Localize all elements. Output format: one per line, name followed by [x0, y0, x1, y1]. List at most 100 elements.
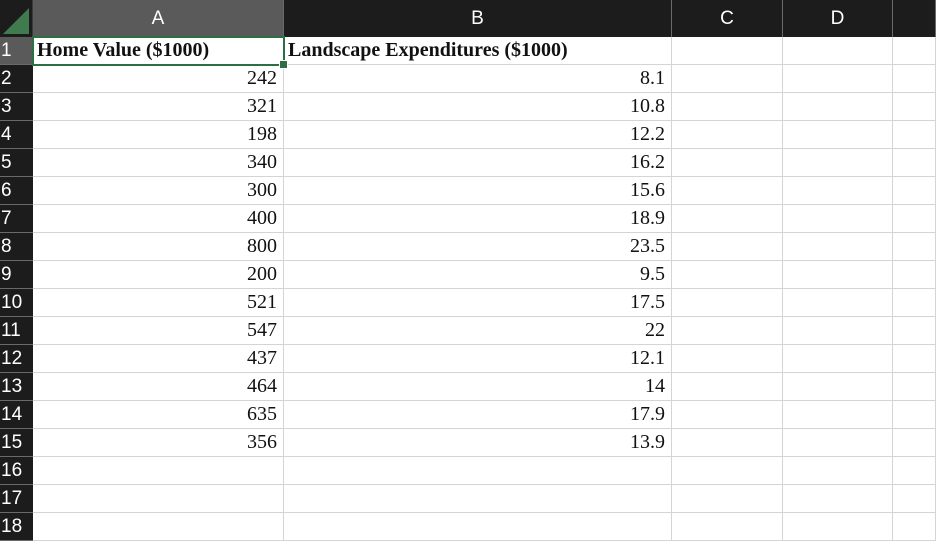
cell-d12[interactable] [783, 345, 893, 373]
cell-a6[interactable]: 300 [33, 177, 284, 205]
cell-b4[interactable]: 12.2 [284, 121, 672, 149]
row-header-2[interactable]: 2 [0, 65, 33, 93]
cell-e15[interactable] [893, 429, 936, 457]
cell-e10[interactable] [893, 289, 936, 317]
row-header-16[interactable]: 16 [0, 457, 33, 485]
column-header-b[interactable]: B [284, 0, 672, 37]
cell-e16[interactable] [893, 457, 936, 485]
cell-b3[interactable]: 10.8 [284, 93, 672, 121]
cell-d10[interactable] [783, 289, 893, 317]
cell-c6[interactable] [672, 177, 783, 205]
cell-e6[interactable] [893, 177, 936, 205]
header-cell-a1[interactable]: Home Value ($1000) [33, 37, 284, 65]
row-header-18[interactable]: 18 [0, 513, 33, 541]
cell-e12[interactable] [893, 345, 936, 373]
cell-d14[interactable] [783, 401, 893, 429]
cell-d15[interactable] [783, 429, 893, 457]
cell-e13[interactable] [893, 373, 936, 401]
cell-b18[interactable] [284, 513, 672, 541]
cell-c13[interactable] [672, 373, 783, 401]
cell-c11[interactable] [672, 317, 783, 345]
cell-b7[interactable]: 18.9 [284, 205, 672, 233]
cell-a13[interactable]: 464 [33, 373, 284, 401]
cell-b17[interactable] [284, 485, 672, 513]
row-header-9[interactable]: 9 [0, 261, 33, 289]
cell-d17[interactable] [783, 485, 893, 513]
cell-d11[interactable] [783, 317, 893, 345]
cell-c5[interactable] [672, 149, 783, 177]
column-header-next[interactable] [893, 0, 936, 37]
cell-a14[interactable]: 635 [33, 401, 284, 429]
cell-e18[interactable] [893, 513, 936, 541]
cell-a5[interactable]: 340 [33, 149, 284, 177]
cell-b15[interactable]: 13.9 [284, 429, 672, 457]
cell-c16[interactable] [672, 457, 783, 485]
cell-c18[interactable] [672, 513, 783, 541]
cell-a3[interactable]: 321 [33, 93, 284, 121]
cell-e9[interactable] [893, 261, 936, 289]
cell-b14[interactable]: 17.9 [284, 401, 672, 429]
cell-a7[interactable]: 400 [33, 205, 284, 233]
row-header-5[interactable]: 5 [0, 149, 33, 177]
row-header-8[interactable]: 8 [0, 233, 33, 261]
cell-d8[interactable] [783, 233, 893, 261]
cell-a9[interactable]: 200 [33, 261, 284, 289]
select-all-corner[interactable] [0, 0, 33, 37]
cell-c4[interactable] [672, 121, 783, 149]
row-header-12[interactable]: 12 [0, 345, 33, 373]
cell-e4[interactable] [893, 121, 936, 149]
cell-d2[interactable] [783, 65, 893, 93]
cell-b11[interactable]: 22 [284, 317, 672, 345]
cell-d6[interactable] [783, 177, 893, 205]
cell-b9[interactable]: 9.5 [284, 261, 672, 289]
cell-d16[interactable] [783, 457, 893, 485]
cell-d5[interactable] [783, 149, 893, 177]
cell-a12[interactable]: 437 [33, 345, 284, 373]
row-header-10[interactable]: 10 [0, 289, 33, 317]
row-header-15[interactable]: 15 [0, 429, 33, 457]
cell-c17[interactable] [672, 485, 783, 513]
cell-b13[interactable]: 14 [284, 373, 672, 401]
cell-d4[interactable] [783, 121, 893, 149]
cell-a17[interactable] [33, 485, 284, 513]
row-header-14[interactable]: 14 [0, 401, 33, 429]
row-header-3[interactable]: 3 [0, 93, 33, 121]
row-header-1[interactable]: 1 [0, 37, 33, 65]
cell-c2[interactable] [672, 65, 783, 93]
cell-c9[interactable] [672, 261, 783, 289]
cell-e2[interactable] [893, 65, 936, 93]
cell-c3[interactable] [672, 93, 783, 121]
cell-e14[interactable] [893, 401, 936, 429]
cell-d1[interactable] [783, 37, 893, 65]
column-header-a[interactable]: A [33, 0, 284, 37]
cell-a10[interactable]: 521 [33, 289, 284, 317]
row-header-7[interactable]: 7 [0, 205, 33, 233]
cell-b10[interactable]: 17.5 [284, 289, 672, 317]
cell-d18[interactable] [783, 513, 893, 541]
row-header-17[interactable]: 17 [0, 485, 33, 513]
cell-c10[interactable] [672, 289, 783, 317]
cell-b5[interactable]: 16.2 [284, 149, 672, 177]
cell-d3[interactable] [783, 93, 893, 121]
header-cell-b1[interactable]: Landscape Expenditures ($1000) [284, 37, 672, 65]
cell-e8[interactable] [893, 233, 936, 261]
cell-d7[interactable] [783, 205, 893, 233]
row-header-13[interactable]: 13 [0, 373, 33, 401]
cell-b6[interactable]: 15.6 [284, 177, 672, 205]
cell-e1[interactable] [893, 37, 936, 65]
cell-a16[interactable] [33, 457, 284, 485]
row-header-6[interactable]: 6 [0, 177, 33, 205]
cell-a11[interactable]: 547 [33, 317, 284, 345]
cell-c1[interactable] [672, 37, 783, 65]
cell-e7[interactable] [893, 205, 936, 233]
cell-c8[interactable] [672, 233, 783, 261]
cell-e17[interactable] [893, 485, 936, 513]
cell-c15[interactable] [672, 429, 783, 457]
cell-b8[interactable]: 23.5 [284, 233, 672, 261]
cell-c12[interactable] [672, 345, 783, 373]
cell-e3[interactable] [893, 93, 936, 121]
cell-b16[interactable] [284, 457, 672, 485]
cell-d13[interactable] [783, 373, 893, 401]
cell-a2[interactable]: 242 [33, 65, 284, 93]
cell-a18[interactable] [33, 513, 284, 541]
